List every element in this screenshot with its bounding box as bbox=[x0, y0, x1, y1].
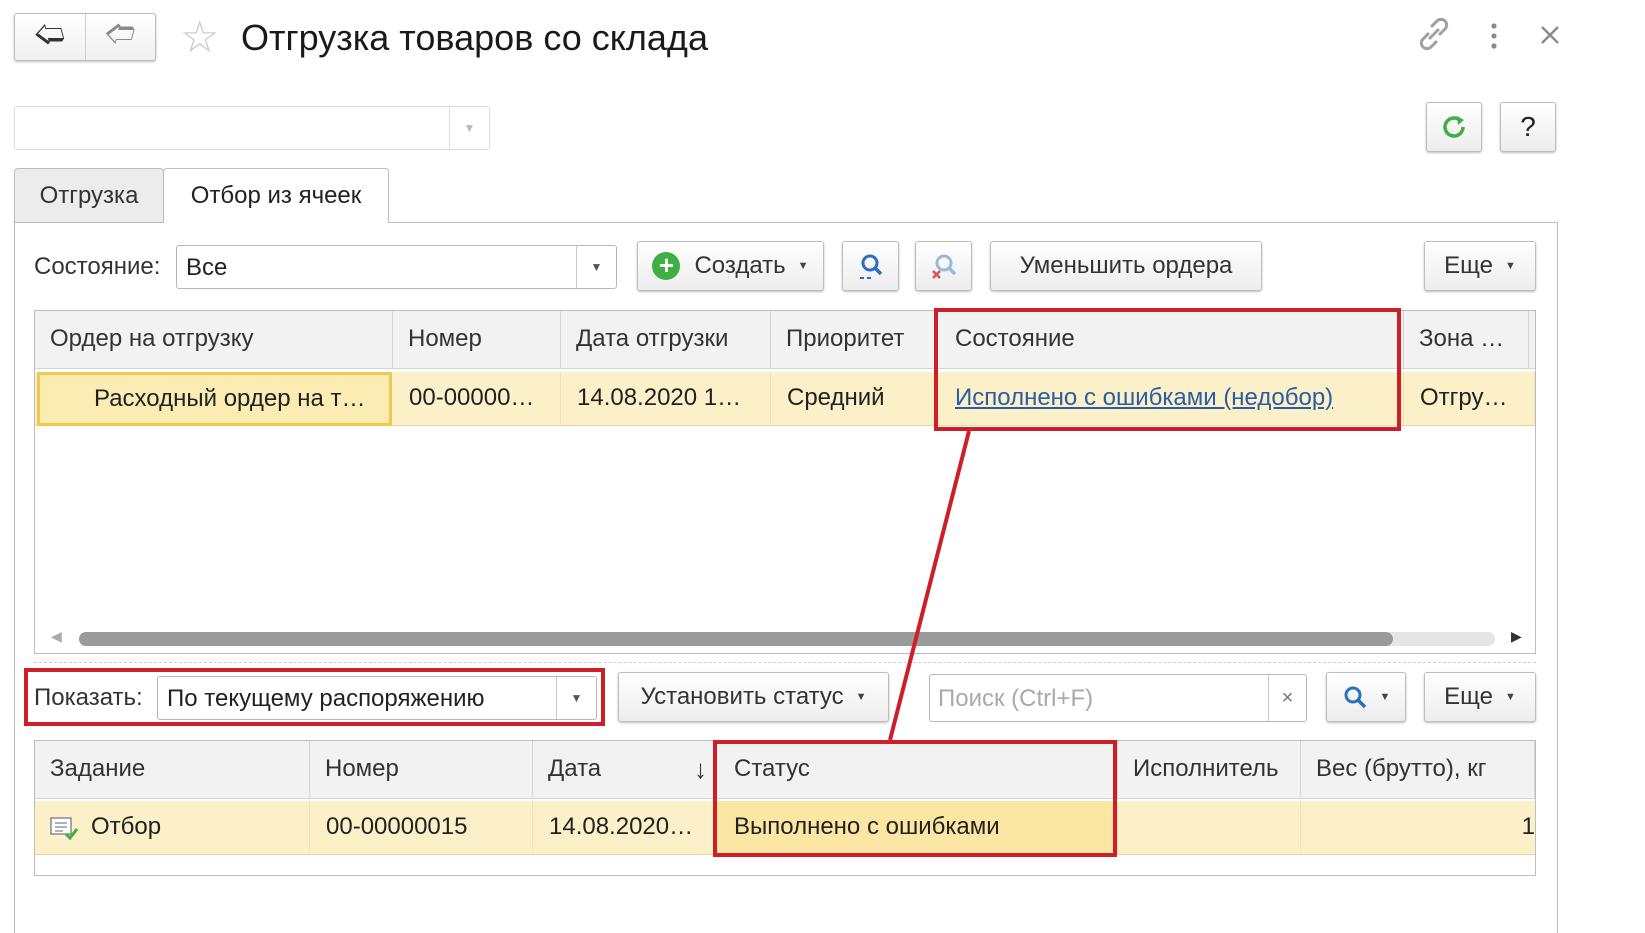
column-header[interactable]: Дата ↓ bbox=[533, 741, 716, 799]
tab-shipment[interactable]: Отгрузка bbox=[14, 168, 164, 222]
chevron-down-icon: ▼ bbox=[1379, 691, 1391, 703]
column-header[interactable]: Вес (брутто), кг bbox=[1301, 741, 1535, 799]
priority-cell[interactable]: Средний bbox=[771, 372, 938, 426]
more-vertical-icon[interactable] bbox=[1490, 22, 1498, 55]
reduce-orders-button[interactable]: Уменьшить ордера bbox=[990, 241, 1262, 291]
chevron-down-icon: ▼ bbox=[855, 691, 867, 703]
zone-cell[interactable]: Отгру… bbox=[1404, 372, 1535, 426]
create-button[interactable]: + Создать ▼ bbox=[637, 241, 824, 291]
search-input[interactable]: Поиск (Ctrl+F) × bbox=[929, 674, 1307, 722]
state-label: Состояние: bbox=[34, 253, 161, 280]
column-header[interactable]: Ордер на отгрузку bbox=[35, 311, 393, 369]
disabled-selector: ▼ bbox=[14, 106, 490, 150]
chevron-down-icon[interactable]: ▼ bbox=[576, 246, 616, 288]
chevron-down-icon: ▼ bbox=[1504, 691, 1516, 703]
column-header[interactable]: Дата отгрузки bbox=[561, 311, 771, 369]
clear-find-button[interactable] bbox=[915, 241, 972, 291]
date-cell[interactable]: 14.08.2020 1… bbox=[561, 372, 771, 426]
more-label: Еще bbox=[1444, 683, 1493, 710]
column-header[interactable]: Приоритет bbox=[771, 311, 938, 369]
weight-cell[interactable]: 1 bbox=[1301, 801, 1535, 855]
forward-button[interactable]: 🢪 bbox=[84, 14, 156, 60]
date-header-label: Дата bbox=[548, 755, 602, 782]
more-button-tasks[interactable]: Еще ▼ bbox=[1424, 672, 1536, 722]
scroll-right-icon[interactable]: ▶ bbox=[1511, 628, 1522, 645]
date-cell[interactable]: 14.08.2020… bbox=[533, 801, 716, 855]
close-icon: × bbox=[1281, 686, 1294, 709]
task-done-icon bbox=[50, 816, 79, 840]
scroll-left-icon[interactable]: ◀ bbox=[51, 628, 62, 645]
search-placeholder: Поиск (Ctrl+F) bbox=[938, 685, 1094, 712]
more-label: Еще bbox=[1444, 252, 1493, 279]
splitter[interactable] bbox=[34, 662, 1536, 663]
tab-label: Отбор из ячеек bbox=[190, 182, 362, 209]
close-icon[interactable] bbox=[1539, 24, 1561, 51]
number-cell[interactable]: 00-00000015 bbox=[310, 801, 533, 855]
reduce-orders-label: Уменьшить ордера bbox=[1019, 252, 1233, 279]
arrow-right-icon: 🢪 bbox=[104, 17, 136, 51]
horizontal-scrollbar[interactable]: ◀ ▶ bbox=[35, 624, 1535, 653]
refresh-icon bbox=[1443, 116, 1465, 138]
set-status-button[interactable]: Установить статус ▼ bbox=[618, 672, 889, 722]
column-header[interactable]: Зона … bbox=[1404, 311, 1529, 369]
navigation-buttons: 🢨 🢪 bbox=[14, 13, 156, 61]
refresh-button[interactable] bbox=[1426, 102, 1482, 152]
highlight-show-filter bbox=[24, 668, 605, 726]
column-header[interactable]: Исполнитель bbox=[1118, 741, 1301, 799]
sort-arrow-icon: ↓ bbox=[694, 754, 707, 784]
task-label: Отбор bbox=[91, 813, 162, 840]
chevron-down-icon: ▼ bbox=[449, 107, 489, 149]
clear-search-button[interactable]: × bbox=[1268, 675, 1306, 721]
executor-cell[interactable] bbox=[1118, 801, 1301, 855]
order-cell[interactable]: Расходный ордер на т… bbox=[37, 372, 392, 426]
plus-icon: + bbox=[652, 252, 681, 280]
help-button[interactable]: ? bbox=[1500, 102, 1556, 152]
highlight-status-column bbox=[713, 740, 1117, 857]
page-title: Отгрузка товаров со склада bbox=[241, 17, 708, 58]
set-status-label: Установить статус bbox=[640, 683, 844, 710]
task-cell[interactable]: Отбор bbox=[35, 801, 310, 855]
back-button[interactable]: 🢨 bbox=[15, 14, 85, 60]
star-icon[interactable]: ☆ bbox=[180, 14, 219, 62]
column-header[interactable]: Номер bbox=[393, 311, 561, 369]
help-label: ? bbox=[1520, 111, 1536, 142]
tab-cell-picking[interactable]: Отбор из ячеек bbox=[163, 168, 389, 223]
search-list-icon bbox=[859, 254, 882, 279]
highlight-state-column bbox=[934, 308, 1401, 431]
search-icon bbox=[1344, 686, 1366, 709]
arrow-left-icon: 🢨 bbox=[34, 17, 66, 51]
search-clear-icon bbox=[931, 254, 956, 279]
state-filter-value: Все bbox=[186, 254, 228, 281]
chevron-down-icon: ▼ bbox=[1504, 260, 1516, 272]
create-label: Создать bbox=[694, 252, 786, 279]
find-in-list-button[interactable] bbox=[842, 241, 899, 291]
column-header[interactable]: Номер bbox=[310, 741, 533, 799]
scrollbar-thumb[interactable] bbox=[79, 632, 1393, 646]
column-header[interactable]: Задание bbox=[35, 741, 310, 799]
search-button[interactable]: ▼ bbox=[1326, 672, 1406, 722]
chevron-down-icon: ▼ bbox=[797, 260, 809, 272]
state-filter-select[interactable]: Все ▼ bbox=[176, 245, 617, 289]
link-icon[interactable] bbox=[1418, 16, 1450, 63]
tab-label: Отгрузка bbox=[39, 181, 139, 209]
number-cell[interactable]: 00-00000… bbox=[393, 372, 561, 426]
more-button-orders[interactable]: Еще ▼ bbox=[1424, 241, 1536, 291]
